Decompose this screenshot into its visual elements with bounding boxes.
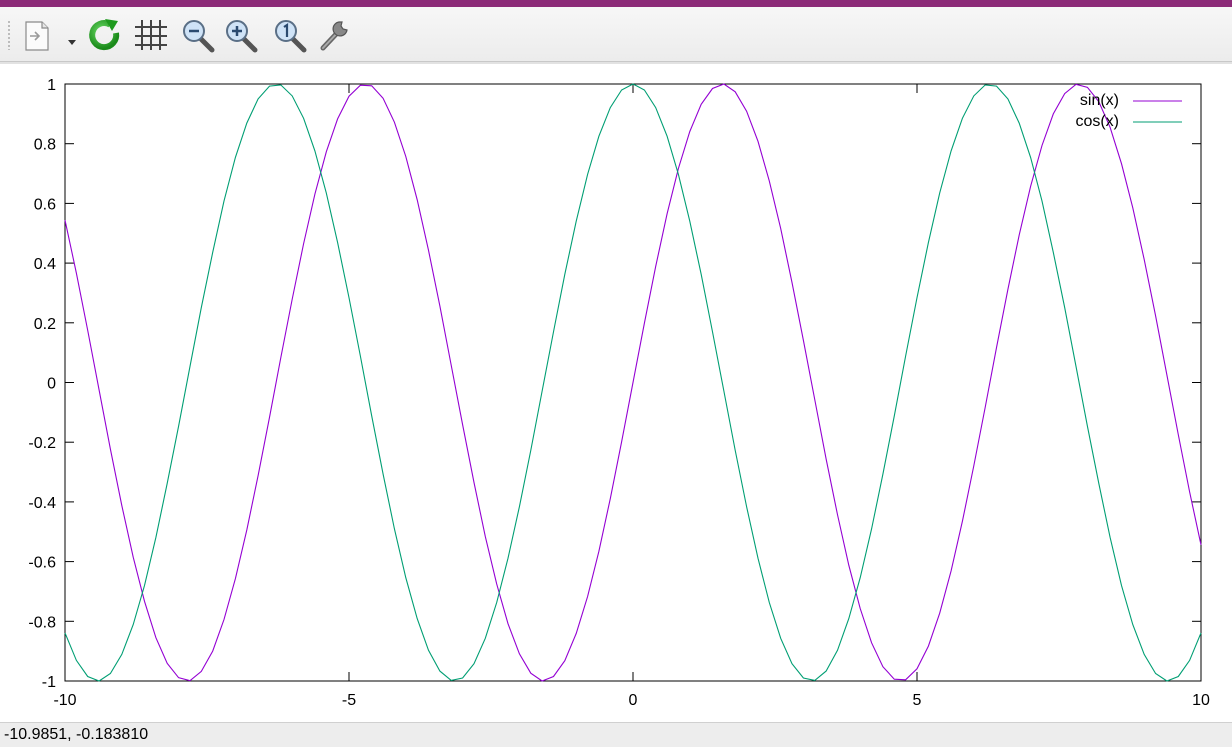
configure-button[interactable] (315, 16, 355, 54)
y-tick-label: 0.8 (34, 137, 56, 154)
zoom-next-button[interactable] (220, 16, 260, 54)
legend-label: cos(x) (1075, 113, 1119, 130)
x-tick-label: -5 (342, 692, 356, 709)
y-tick-label: -0.8 (28, 614, 56, 631)
grid-icon (135, 20, 167, 50)
zoom-out-icon (183, 20, 215, 53)
legend-label: sin(x) (1080, 92, 1119, 109)
y-tick-label: -0.4 (28, 495, 56, 512)
chevron-down-icon (68, 40, 76, 45)
zoom-previous-button[interactable] (177, 16, 217, 54)
y-tick-label: -1 (42, 674, 56, 691)
wrench-icon (320, 21, 348, 51)
export-button[interactable] (20, 16, 82, 54)
y-tick-label: 0 (47, 376, 56, 393)
plot-canvas[interactable]: -1 -0.8 -0.6 -0.4 -0.2 0 0.2 0.4 0.6 0.8 1 -10 -5 0 5… (0, 64, 1232, 722)
y-tick-label: 0.2 (34, 316, 56, 333)
series-line-sinx (64, 83, 1202, 682)
window-title-bar (0, 0, 1232, 7)
cursor-coordinates: -10.9851, -0.183810 (4, 726, 149, 743)
y-tick-label: 0.4 (34, 256, 56, 273)
toggle-grid-button[interactable] (131, 16, 171, 54)
x-tick-label: 0 (629, 692, 638, 709)
toolbar (0, 7, 1232, 62)
document-export-icon (25, 21, 76, 51)
y-tick-label: 1 (47, 77, 56, 94)
x-tick-label: 10 (1192, 692, 1210, 709)
replot-button[interactable] (86, 16, 124, 54)
chart: -1 -0.8 -0.6 -0.4 -0.2 0 0.2 0.4 0.6 0.8 1 -10 -5 0 5… (28, 77, 1210, 709)
status-bar: -10.9851, -0.183810 (0, 722, 1232, 747)
zoom-reset-icon (275, 20, 307, 53)
legend: sin(x) cos(x) (1075, 92, 1182, 130)
y-tick-label: -0.6 (28, 555, 56, 572)
unzoom-button[interactable] (269, 16, 309, 54)
refresh-icon (89, 19, 120, 51)
y-tick-label: 0.6 (34, 196, 56, 213)
y-tick-label: -0.2 (28, 435, 56, 452)
zoom-in-icon (226, 20, 258, 53)
x-tick-label: -10 (53, 692, 76, 709)
x-tick-label: 5 (913, 692, 922, 709)
toolbar-grip-handle[interactable] (7, 20, 11, 50)
